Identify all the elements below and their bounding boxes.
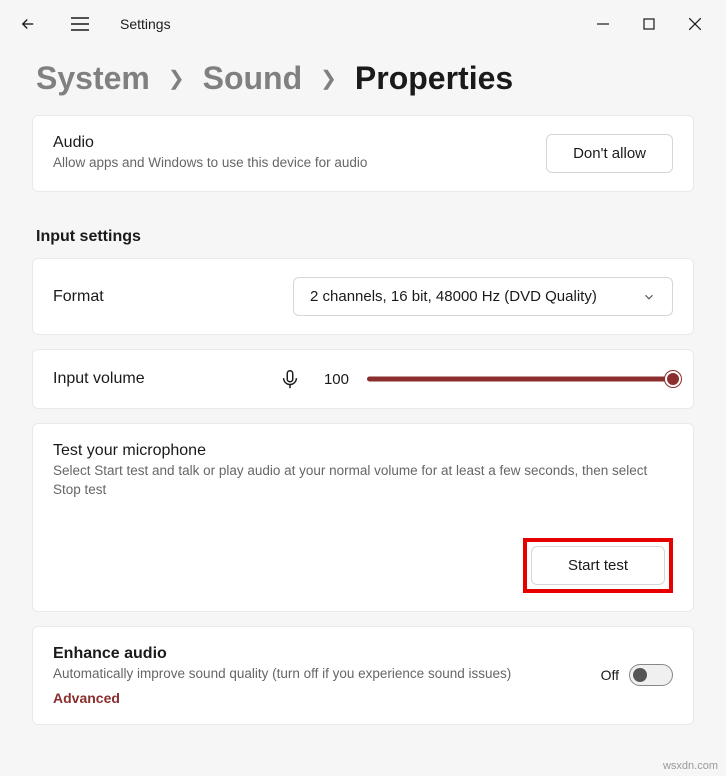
enhance-toggle[interactable]	[629, 664, 673, 686]
advanced-link[interactable]: Advanced	[53, 690, 585, 706]
breadcrumb-system[interactable]: System	[36, 60, 150, 97]
toggle-state-label: Off	[601, 667, 619, 683]
volume-slider[interactable]	[367, 371, 673, 387]
audio-subtitle: Allow apps and Windows to use this devic…	[53, 154, 530, 173]
chevron-down-icon	[642, 290, 656, 304]
audio-card: Audio Allow apps and Windows to use this…	[32, 115, 694, 192]
maximize-button[interactable]	[626, 4, 672, 44]
watermark: wsxdn.com	[663, 760, 718, 772]
minimize-icon	[597, 18, 609, 30]
maximize-icon	[643, 18, 655, 30]
slider-track	[367, 377, 673, 382]
window-controls	[580, 4, 718, 44]
breadcrumb: System ❯ Sound ❯ Properties	[0, 48, 726, 115]
test-mic-subtitle: Select Start test and talk or play audio…	[53, 462, 673, 500]
enhance-audio-card: Enhance audio Automatically improve soun…	[32, 626, 694, 725]
format-selected: 2 channels, 16 bit, 48000 Hz (DVD Qualit…	[310, 288, 597, 305]
arrow-left-icon	[19, 15, 37, 33]
close-icon	[689, 18, 701, 30]
enhance-title: Enhance audio	[53, 645, 585, 663]
test-mic-title: Test your microphone	[53, 442, 673, 460]
volume-card: Input volume 100	[32, 349, 694, 409]
format-label: Format	[53, 288, 277, 306]
volume-value: 100	[319, 371, 349, 388]
dont-allow-button[interactable]: Don't allow	[546, 134, 673, 173]
test-mic-card: Test your microphone Select Start test a…	[32, 423, 694, 612]
input-settings-header: Input settings	[32, 206, 694, 258]
format-select[interactable]: 2 channels, 16 bit, 48000 Hz (DVD Qualit…	[293, 277, 673, 316]
volume-label: Input volume	[53, 370, 263, 388]
hamburger-icon	[71, 17, 89, 31]
minimize-button[interactable]	[580, 4, 626, 44]
microphone-icon	[279, 368, 301, 390]
app-title: Settings	[120, 16, 171, 32]
breadcrumb-sound[interactable]: Sound	[203, 60, 303, 97]
start-test-highlight: Start test	[523, 538, 673, 593]
chevron-right-icon: ❯	[320, 66, 337, 91]
slider-thumb[interactable]	[665, 371, 681, 387]
enhance-subtitle: Automatically improve sound quality (tur…	[53, 665, 585, 684]
menu-button[interactable]	[60, 4, 100, 44]
titlebar: Settings	[0, 0, 726, 48]
breadcrumb-properties: Properties	[355, 60, 513, 97]
chevron-right-icon: ❯	[168, 66, 185, 91]
back-button[interactable]	[8, 4, 48, 44]
start-test-button[interactable]: Start test	[531, 546, 665, 585]
format-card: Format 2 channels, 16 bit, 48000 Hz (DVD…	[32, 258, 694, 335]
audio-title: Audio	[53, 134, 530, 152]
close-button[interactable]	[672, 4, 718, 44]
